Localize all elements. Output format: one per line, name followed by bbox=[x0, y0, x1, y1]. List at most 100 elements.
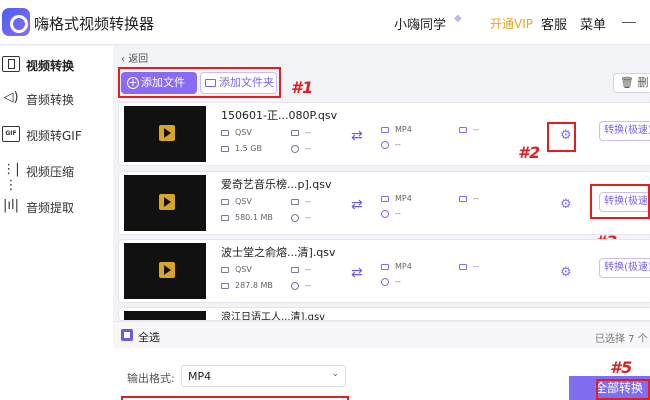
back-link[interactable]: ‹ 返回 bbox=[121, 50, 148, 65]
file-card[interactable]: 浪江日语工人...清].qsv bbox=[118, 307, 650, 321]
select-all-checkbox[interactable] bbox=[121, 329, 133, 341]
source-size: 287.8 MB bbox=[235, 281, 273, 290]
format-icon bbox=[221, 267, 229, 273]
annotation-box-2 bbox=[547, 122, 576, 152]
sidebar-item-audio-convert[interactable]: ◁) 音频转换 bbox=[0, 84, 113, 114]
annotation-box-1 bbox=[118, 67, 281, 98]
sidebar-item-label: 音频提取 bbox=[26, 201, 75, 215]
target-duration: -- bbox=[395, 140, 401, 149]
selection-bar: 全选 已选择 7 个 bbox=[113, 321, 650, 348]
target-duration: -- bbox=[395, 209, 401, 218]
back-label: 返回 bbox=[128, 54, 149, 65]
sidebar-item-video-convert[interactable]: 视频转换 bbox=[0, 50, 113, 80]
source-size: 1.5 GB bbox=[235, 144, 262, 153]
menu-button[interactable]: 菜单 bbox=[580, 14, 606, 33]
file-name: 150601-正...080P.qsv bbox=[221, 109, 338, 122]
folder-icon bbox=[221, 146, 229, 152]
compress-icon: ⋮|⋮ bbox=[2, 162, 20, 193]
play-icon[interactable] bbox=[159, 262, 175, 278]
folder-icon bbox=[221, 215, 229, 221]
annotation-label-5: #5 bbox=[610, 358, 633, 377]
settings-gear-icon[interactable]: ⚙ bbox=[560, 265, 572, 280]
source-duration: -- bbox=[305, 144, 311, 153]
play-icon[interactable] bbox=[159, 194, 175, 210]
speaker-icon: ◁) bbox=[3, 90, 19, 105]
clock-icon bbox=[291, 145, 299, 153]
convert-button[interactable]: 转换(极速) bbox=[599, 121, 650, 141]
file-name: 波士堂之俞熔...清].qsv bbox=[221, 246, 336, 259]
resolution-icon bbox=[291, 267, 299, 273]
target-format: MP4 bbox=[395, 125, 412, 134]
clock-icon bbox=[291, 282, 299, 290]
title-bar: 嗨格式视频转换器 小嗨同学 ◆ 开通VIP 客服 菜单 bbox=[0, 0, 650, 45]
target-format: MP4 bbox=[395, 262, 412, 271]
resolution-icon bbox=[291, 199, 299, 205]
service-button[interactable]: 客服 bbox=[541, 14, 567, 33]
source-duration: -- bbox=[305, 213, 311, 222]
annotation-box-3 bbox=[590, 184, 650, 219]
source-resolution: -- bbox=[305, 197, 311, 206]
select-all-label[interactable]: 全选 bbox=[138, 329, 160, 345]
target-format: MP4 bbox=[395, 194, 412, 203]
target-resolution-icon bbox=[459, 196, 467, 202]
source-format: QSV bbox=[235, 197, 252, 206]
sidebar-item-audio-extract[interactable]: |ıl| 音频提取 bbox=[0, 192, 113, 222]
annotation-box-output bbox=[121, 396, 349, 400]
target-resolution: -- bbox=[473, 262, 479, 271]
convert-arrows-icon: ⇄ bbox=[351, 128, 363, 144]
source-format: QSV bbox=[235, 265, 252, 274]
video-thumbnail[interactable] bbox=[124, 243, 206, 299]
sidebar-item-label: 视频转换 bbox=[26, 59, 75, 73]
delete-button[interactable]: 🗑 删 bbox=[613, 73, 650, 93]
file-card[interactable]: 爱奇艺音乐榜...p].qsv QSV -- 580.1 MB -- ⇄ MP4… bbox=[118, 171, 650, 235]
minimize-icon[interactable] bbox=[622, 22, 636, 23]
target-resolution-icon bbox=[459, 264, 467, 270]
video-thumbnail[interactable] bbox=[124, 311, 206, 320]
source-format: QSV bbox=[235, 128, 252, 137]
sidebar-item-video-compress[interactable]: ⋮|⋮ 视频压缩 bbox=[0, 156, 113, 193]
waveform-icon: |ıl| bbox=[3, 198, 19, 213]
annotation-label-1: #1 bbox=[291, 78, 314, 97]
sidebar-item-label: 视频压缩 bbox=[26, 165, 75, 179]
source-resolution: -- bbox=[305, 265, 311, 274]
source-size: 580.1 MB bbox=[235, 213, 273, 222]
video-thumbnail[interactable] bbox=[124, 175, 206, 231]
format-icon bbox=[221, 199, 229, 205]
settings-gear-icon[interactable]: ⚙ bbox=[560, 197, 572, 212]
app-title: 嗨格式视频转换器 bbox=[34, 15, 155, 33]
output-format-select[interactable]: MP4 ⌄ bbox=[181, 365, 346, 387]
annotation-label-2: #2 bbox=[518, 143, 541, 162]
file-card[interactable]: 波士堂之俞熔...清].qsv QSV -- 287.8 MB -- ⇄ MP4… bbox=[118, 239, 650, 303]
play-icon[interactable] bbox=[159, 125, 175, 141]
convert-button[interactable]: 转换(极速) bbox=[599, 258, 650, 278]
source-resolution: -- bbox=[305, 128, 311, 137]
target-duration: -- bbox=[395, 277, 401, 286]
target-clock-icon bbox=[381, 210, 389, 218]
vip-button[interactable]: 开通VIP bbox=[490, 15, 533, 32]
sidebar: 视频转换 ◁) 音频转换 GIF 视频转GIF ⋮|⋮ 视频压缩 |ıl| 音频… bbox=[0, 46, 113, 400]
resolution-icon bbox=[291, 130, 299, 136]
sidebar-item-label: 视频转GIF bbox=[26, 129, 82, 143]
selected-count: 已选择 7 个 bbox=[595, 334, 648, 345]
target-resolution: -- bbox=[473, 125, 479, 134]
user-name[interactable]: 小嗨同学 bbox=[394, 14, 446, 33]
sidebar-item-video-gif[interactable]: GIF 视频转GIF bbox=[0, 120, 113, 150]
video-thumbnail[interactable] bbox=[124, 106, 206, 162]
output-format-value: MP4 bbox=[188, 370, 212, 383]
convert-arrows-icon: ⇄ bbox=[351, 197, 363, 213]
output-format-label: 输出格式: bbox=[127, 372, 175, 385]
chevron-down-icon: ⌄ bbox=[331, 369, 339, 379]
convert-arrows-icon: ⇄ bbox=[351, 265, 363, 281]
target-format-icon bbox=[381, 127, 389, 133]
target-clock-icon bbox=[381, 278, 389, 286]
delete-label: 删 bbox=[637, 76, 649, 89]
sidebar-item-label: 音频转换 bbox=[26, 93, 75, 107]
target-format-icon bbox=[381, 196, 389, 202]
source-duration: -- bbox=[305, 281, 311, 290]
target-resolution: -- bbox=[473, 194, 479, 203]
target-clock-icon bbox=[381, 141, 389, 149]
file-name: 浪江日语工人...清].qsv bbox=[221, 312, 326, 321]
member-diamond-icon: ◆ bbox=[454, 13, 462, 24]
format-icon bbox=[221, 130, 229, 136]
app-logo-icon bbox=[2, 8, 30, 36]
